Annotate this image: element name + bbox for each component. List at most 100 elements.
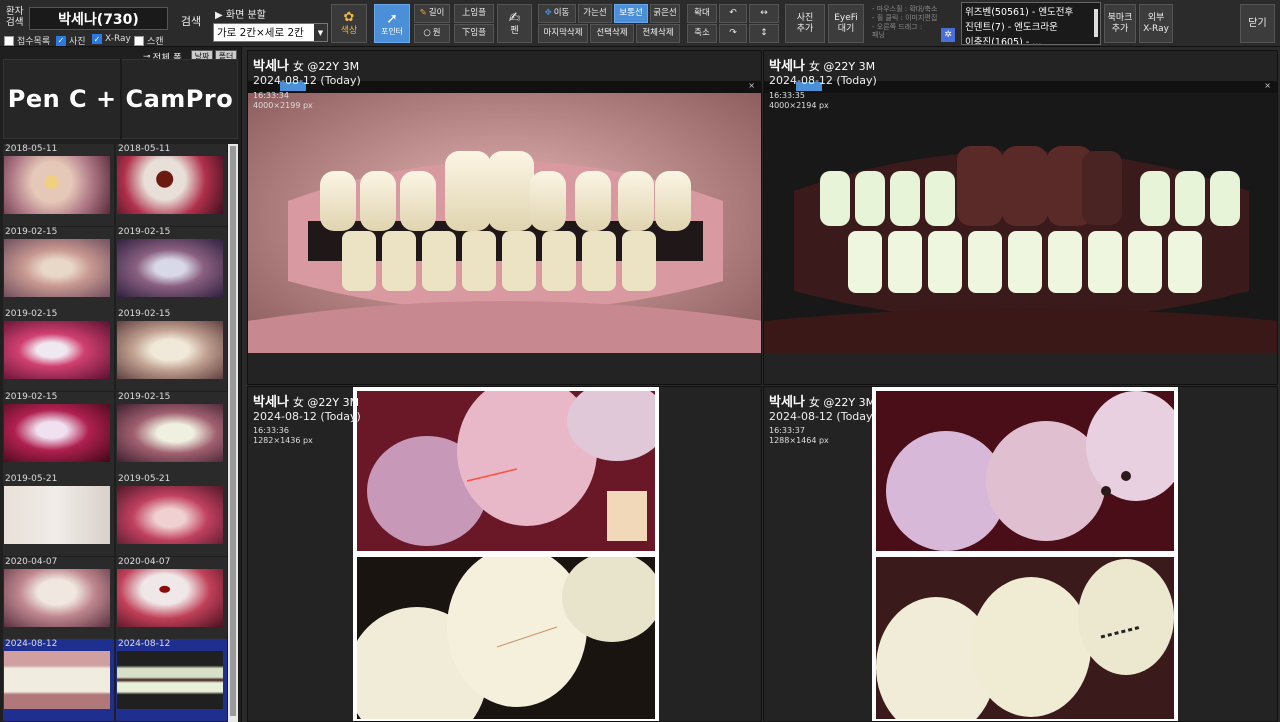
thumbnail-item[interactable]: 2019-02-15 bbox=[3, 226, 114, 309]
circle-label: 원 bbox=[432, 27, 441, 38]
settings-icon[interactable]: ✲ bbox=[941, 28, 955, 42]
close-icon[interactable]: × bbox=[748, 81, 755, 90]
thumbnail-date: 2019-02-15 bbox=[5, 391, 58, 402]
thumbnail-image bbox=[4, 568, 110, 627]
bookmark-item[interactable]: 위즈벤(50561) - 엔도전후 bbox=[962, 3, 1100, 18]
patient-name-field[interactable]: 박세나(730) bbox=[29, 7, 168, 30]
zoom-in-button[interactable]: 확대 bbox=[687, 4, 717, 23]
thumbnail-item[interactable]: 2024-08-12 bbox=[116, 639, 227, 721]
pen-label: 펜 bbox=[510, 26, 519, 37]
pane-date: 2024-08-12 (Today) bbox=[769, 410, 877, 423]
pane-meta: 16:33:34 4000×2199 px bbox=[253, 91, 313, 111]
thumbnail-item[interactable]: 2019-02-15 bbox=[116, 309, 227, 391]
external-xray-button[interactable]: 외부 X-Ray bbox=[1139, 4, 1173, 43]
capture-time: 16:33:37 bbox=[769, 426, 805, 435]
toolbar: 환자 검색 박세나(730) 검색 접수목록 ✓ 사진 ✓ X-Ray 스캔 ▶ 화… bbox=[0, 0, 1280, 47]
thumbnail-item[interactable]: 2019-02-15 bbox=[3, 391, 114, 474]
intraoral-photo[interactable] bbox=[248, 81, 761, 353]
color-button[interactable]: ✿ 색상 bbox=[331, 4, 367, 43]
viewer-pane[interactable]: 박세나 女 @22Y 3M 2024-08-12 (Today) 16:33:37 12… bbox=[763, 386, 1278, 722]
checkmark-icon: ✓ bbox=[56, 35, 66, 46]
image-size: 1282×1436 px bbox=[253, 436, 313, 445]
flip-horizontal-button[interactable]: ↔ bbox=[749, 4, 779, 23]
rotate-left-icon: ↶ bbox=[729, 8, 737, 19]
thumbnail-item[interactable]: 2024-08-12 bbox=[3, 639, 114, 721]
circle-button[interactable]: ○ 원 bbox=[414, 24, 450, 43]
length-label: 길이 bbox=[428, 7, 445, 18]
close-icon[interactable]: × bbox=[1264, 81, 1271, 90]
thumbnail-item[interactable]: 2019-02-15 bbox=[3, 309, 114, 391]
thumbnail-item[interactable]: 2018-05-11 bbox=[116, 144, 227, 226]
lower-implant-button[interactable]: 下임플 bbox=[454, 24, 494, 43]
viewer-pane[interactable]: 박세나 女 @22Y 3M 2024-08-12 (Today) 16:33:36 12… bbox=[247, 386, 762, 722]
thumbnail-date: 2019-05-21 bbox=[5, 474, 58, 484]
filter-photo[interactable]: ✓ 사진 bbox=[56, 34, 86, 47]
search-button[interactable]: 검색 bbox=[176, 12, 206, 32]
eyefi-button[interactable]: EyeFi 대기 bbox=[828, 4, 864, 43]
length-button[interactable]: ✎ 길이 bbox=[414, 4, 450, 23]
patient-name: 박세나 bbox=[253, 395, 289, 410]
move-icon: ✥ bbox=[544, 7, 552, 18]
scrollbar-thumb[interactable] bbox=[230, 146, 236, 716]
viewer-pane[interactable]: × 박세나 女 @22Y 3M 2024-08-12 (Today) 16:33:34 4… bbox=[247, 50, 762, 385]
bookmark-list[interactable]: 위즈벤(50561) - 엔도전후 진덴트(7) - 엔도크라운 이충진(160… bbox=[961, 2, 1101, 45]
image-size: 1288×1464 px bbox=[769, 436, 829, 445]
scrollbar[interactable] bbox=[228, 144, 238, 722]
bookmark-item[interactable]: 진덴트(7) - 엔도크라운 bbox=[962, 18, 1100, 33]
viewer-pane[interactable]: × 박세나 女 @22Y 3M 2024-08-12 (Today) 16:33:35 4… bbox=[763, 50, 1278, 385]
thumbnail-item[interactable]: 2019-02-15 bbox=[116, 391, 227, 474]
delete-last-button[interactable]: 마지막삭제 bbox=[538, 24, 588, 43]
pane-meta: 16:33:37 1288×1464 px bbox=[769, 426, 829, 446]
thumbnail-image bbox=[117, 156, 223, 214]
image-size: 4000×2199 px bbox=[253, 101, 313, 110]
filter-scan[interactable]: 스캔 bbox=[134, 34, 164, 47]
screen-split-select[interactable]: 가로 2칸×세로 2칸 ▼ bbox=[213, 23, 328, 42]
capture-time: 16:33:36 bbox=[253, 426, 289, 435]
delete-all-button[interactable]: 전체삭제 bbox=[636, 24, 680, 43]
pane-date: 2024-08-12 (Today) bbox=[769, 74, 877, 87]
pen-button[interactable]: ✍ 펜 bbox=[497, 4, 532, 43]
thumbnail-date: 2018-05-11 bbox=[118, 144, 171, 154]
intraoral-photo[interactable] bbox=[353, 387, 659, 721]
capture-time: 16:33:34 bbox=[253, 91, 289, 100]
ruler-icon: ✎ bbox=[419, 7, 427, 18]
help-text: - 마우스휠 : 확대/축소 - 휠 클릭 : 이미지편집 - 오른쪽 드래그 … bbox=[872, 5, 938, 40]
thumbnail-image bbox=[117, 568, 223, 627]
filter-reception[interactable]: 접수목록 bbox=[4, 34, 50, 47]
pointer-button[interactable]: ➚ 포인터 bbox=[374, 4, 410, 43]
teeth-photo bbox=[248, 81, 761, 353]
circle-icon: ○ bbox=[423, 27, 431, 38]
thumbnail-date: 2019-02-15 bbox=[118, 391, 171, 402]
thumbnail-item[interactable]: 2019-05-21 bbox=[3, 474, 114, 556]
filter-label: 사진 bbox=[69, 37, 86, 47]
intraoral-photo[interactable] bbox=[872, 387, 1178, 721]
add-bookmark-button[interactable]: 북마크 추가 bbox=[1104, 4, 1136, 43]
patient-sex-age: 女 @22Y 3M bbox=[808, 396, 876, 409]
patient-sex-age: 女 @22Y 3M bbox=[292, 396, 360, 409]
bookmark-item[interactable]: 이충진(1605) - ... bbox=[962, 33, 1100, 44]
move-button[interactable]: ✥ 이동 bbox=[538, 4, 576, 23]
add-photo-button[interactable]: 사진 추가 bbox=[785, 4, 825, 43]
thin-line-button[interactable]: 가는선 bbox=[578, 4, 612, 23]
intraoral-photo[interactable] bbox=[764, 81, 1277, 353]
filter-xray[interactable]: ✓ X-Ray bbox=[92, 34, 131, 44]
delete-selected-button[interactable]: 선택삭제 bbox=[590, 24, 634, 43]
rotate-left-button[interactable]: ↶ bbox=[719, 4, 747, 23]
normal-line-button[interactable]: 보통선 bbox=[614, 4, 648, 23]
thumbnail-item[interactable]: 2019-05-21 bbox=[116, 474, 227, 556]
filter-label: 스캔 bbox=[147, 37, 164, 47]
zoom-out-button[interactable]: 축소 bbox=[687, 24, 717, 43]
upper-implant-button[interactable]: 上임플 bbox=[454, 4, 494, 23]
close-button[interactable]: 닫기 bbox=[1240, 4, 1275, 43]
thick-line-button[interactable]: 굵은선 bbox=[650, 4, 680, 23]
rotate-right-button[interactable]: ↷ bbox=[719, 24, 747, 43]
flip-vertical-button[interactable]: ↕ bbox=[749, 24, 779, 43]
thumbnail-item[interactable]: 2018-05-11 bbox=[3, 144, 114, 226]
thumbnail-item[interactable]: 2020-04-07 bbox=[116, 556, 227, 639]
thumbnail-item[interactable]: 2019-02-15 bbox=[116, 226, 227, 309]
scrollbar[interactable] bbox=[1094, 9, 1098, 37]
patient-sex-age: 女 @22Y 3M bbox=[808, 60, 876, 73]
rotate-right-icon: ↷ bbox=[729, 28, 737, 39]
thumbnail-item[interactable]: 2020-04-07 bbox=[3, 556, 114, 639]
palette-icon: ✿ bbox=[343, 9, 355, 25]
